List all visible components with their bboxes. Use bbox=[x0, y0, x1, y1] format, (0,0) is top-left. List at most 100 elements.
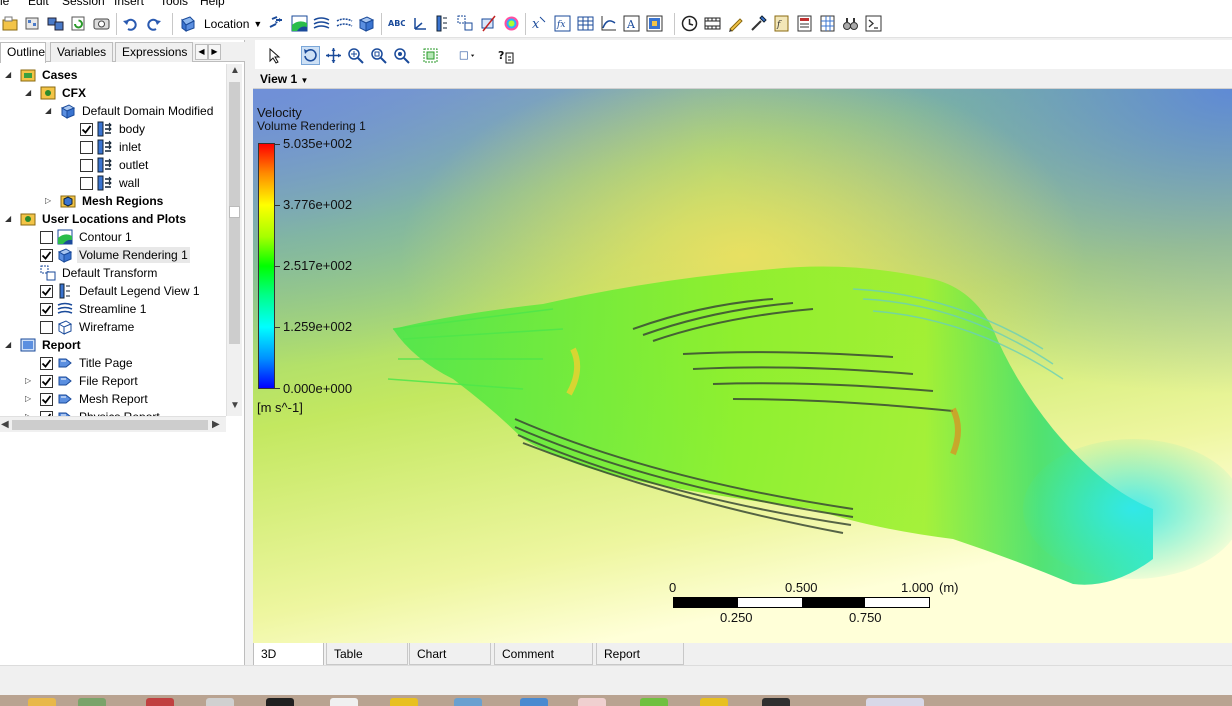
save-icon[interactable] bbox=[47, 15, 64, 32]
vector-icon[interactable] bbox=[268, 15, 285, 32]
particle-track-icon[interactable] bbox=[336, 15, 353, 32]
comment-icon[interactable]: A bbox=[623, 15, 640, 32]
visibility-checkbox[interactable] bbox=[80, 176, 93, 190]
tree-item[interactable]: ◢ Report bbox=[5, 336, 83, 354]
new-icon[interactable] bbox=[2, 15, 19, 32]
taskbar-app-icon[interactable] bbox=[454, 698, 482, 706]
coordinate-frame-icon[interactable] bbox=[411, 15, 428, 32]
taskbar-app-icon[interactable] bbox=[700, 698, 728, 706]
taskbar-app-icon[interactable] bbox=[578, 698, 606, 706]
legend-icon[interactable] bbox=[434, 15, 451, 32]
visibility-checkbox[interactable] bbox=[40, 374, 53, 388]
highlight-icon[interactable] bbox=[422, 47, 439, 64]
tab-chart-viewer[interactable]: Chart Viewer bbox=[409, 643, 491, 683]
macro-calculator-icon[interactable] bbox=[796, 15, 813, 32]
taskbar-app-icon[interactable] bbox=[206, 698, 234, 706]
taskbar-app-icon[interactable] bbox=[640, 698, 668, 706]
tree-item[interactable]: ▷ Mesh Regions bbox=[45, 192, 165, 210]
collapse-icon[interactable]: ◢ bbox=[5, 70, 14, 79]
tree-item[interactable]: ▷ File Report bbox=[25, 372, 140, 390]
tree-item[interactable]: outlet bbox=[80, 156, 150, 174]
scroll-thumb-horizontal[interactable] bbox=[12, 420, 208, 430]
visibility-checkbox[interactable] bbox=[80, 122, 93, 136]
quick-edit-icon[interactable] bbox=[727, 15, 744, 32]
instance-transform-icon[interactable] bbox=[457, 15, 474, 32]
tree-item[interactable]: Volume Rendering 1 bbox=[40, 246, 190, 264]
taskbar-app-icon[interactable] bbox=[146, 698, 174, 706]
contour-icon[interactable] bbox=[291, 15, 308, 32]
taskbar-app-icon[interactable] bbox=[28, 698, 56, 706]
tree-item[interactable]: Title Page bbox=[40, 354, 135, 372]
color-map-icon[interactable] bbox=[503, 15, 520, 32]
menu-file[interactable]: File bbox=[0, 0, 9, 8]
select-icon[interactable] bbox=[267, 47, 284, 64]
visibility-checkbox[interactable] bbox=[40, 302, 53, 316]
taskbar-app-icon[interactable] bbox=[330, 698, 358, 706]
tree-item[interactable]: ▷Physics Report bbox=[25, 408, 162, 416]
chart-icon[interactable] bbox=[600, 15, 617, 32]
visibility-checkbox[interactable] bbox=[40, 356, 53, 370]
tab-comment-viewer[interactable]: Comment Viewer bbox=[494, 643, 593, 683]
tree-item[interactable]: ◢ CFX bbox=[25, 84, 88, 102]
collapse-icon[interactable]: ◢ bbox=[45, 106, 54, 115]
view-selector[interactable]: View 1 ▼ bbox=[260, 72, 308, 86]
tree-item[interactable]: ◢ Cases bbox=[5, 66, 79, 84]
tree-item[interactable]: inlet bbox=[80, 138, 143, 156]
scroll-right-icon[interactable]: ▶ bbox=[212, 419, 220, 430]
command-editor-icon[interactable] bbox=[865, 15, 882, 32]
scroll-up-icon[interactable]: ▲ bbox=[230, 65, 240, 76]
expand-icon[interactable]: ▷ bbox=[25, 394, 34, 403]
text-icon[interactable]: ABC bbox=[388, 15, 405, 32]
tree-item[interactable]: ▷ Mesh Report bbox=[25, 390, 150, 408]
tab-3d-viewer[interactable]: 3D Viewer bbox=[253, 643, 324, 683]
taskbar-app-icon[interactable] bbox=[866, 698, 924, 706]
table-icon[interactable] bbox=[577, 15, 594, 32]
tree-item[interactable]: Contour 1 bbox=[40, 228, 134, 246]
menu-tools[interactable]: Tools bbox=[160, 0, 188, 8]
visibility-checkbox[interactable] bbox=[40, 230, 53, 244]
zoom-icon[interactable] bbox=[347, 47, 364, 64]
visibility-checkbox[interactable] bbox=[40, 284, 53, 298]
taskbar-app-icon[interactable] bbox=[78, 698, 106, 706]
tree-horizontal-scrollbar[interactable]: ◀ ▶ bbox=[0, 416, 226, 432]
visibility-checkbox[interactable] bbox=[40, 248, 53, 262]
probe-icon[interactable] bbox=[750, 15, 767, 32]
tab-expressions[interactable]: Expressions bbox=[115, 42, 193, 62]
menu-session[interactable]: Session bbox=[62, 0, 105, 8]
undo-icon[interactable] bbox=[122, 15, 139, 32]
mesh-calculator-icon[interactable] bbox=[819, 15, 836, 32]
visibility-checkbox[interactable] bbox=[40, 392, 53, 406]
taskbar-app-icon[interactable] bbox=[390, 698, 418, 706]
screenshot-icon[interactable] bbox=[93, 15, 110, 32]
tree-item[interactable]: Default Legend View 1 bbox=[40, 282, 202, 300]
tree-item[interactable]: body bbox=[80, 120, 147, 138]
scroll-left-icon[interactable]: ◀ bbox=[1, 419, 9, 430]
expand-icon[interactable]: ▷ bbox=[25, 376, 34, 385]
redo-icon[interactable] bbox=[145, 15, 162, 32]
3d-viewport[interactable]: Velocity Volume Rendering 1 5.035e+002 3… bbox=[253, 89, 1232, 643]
scroll-down-icon[interactable]: ▼ bbox=[230, 400, 240, 411]
expand-icon[interactable]: ▷ bbox=[45, 196, 54, 205]
tab-scroll-right-icon[interactable]: ▶ bbox=[208, 44, 221, 60]
function-calculator-icon[interactable]: f bbox=[773, 15, 790, 32]
tree-item[interactable]: wall bbox=[80, 174, 142, 192]
tree-item[interactable]: ◢ Default Domain Modified bbox=[45, 102, 215, 120]
taskbar-app-icon[interactable] bbox=[266, 698, 294, 706]
variable-icon[interactable]: x bbox=[531, 15, 548, 32]
menu-insert[interactable]: Insert bbox=[114, 0, 144, 8]
timestep-icon[interactable] bbox=[681, 15, 698, 32]
clip-plane-icon[interactable] bbox=[480, 15, 497, 32]
visibility-checkbox[interactable] bbox=[80, 158, 93, 172]
visibility-checkbox[interactable] bbox=[80, 140, 93, 154]
help-icon[interactable]: ? bbox=[497, 47, 514, 64]
visibility-checkbox[interactable] bbox=[40, 320, 53, 334]
collapse-icon[interactable]: ◢ bbox=[5, 340, 14, 349]
zoom-box-icon[interactable] bbox=[370, 47, 387, 64]
expression-icon[interactable]: fx bbox=[554, 15, 571, 32]
tab-report-viewer[interactable]: Report Viewer bbox=[596, 643, 684, 683]
case-comparison-icon[interactable] bbox=[842, 15, 859, 32]
tree-item[interactable]: ◢ User Locations and Plots bbox=[5, 210, 188, 228]
tab-table-viewer[interactable]: Table Viewer bbox=[326, 643, 408, 683]
rotate-icon[interactable] bbox=[301, 46, 320, 65]
menu-help[interactable]: Help bbox=[200, 0, 225, 8]
